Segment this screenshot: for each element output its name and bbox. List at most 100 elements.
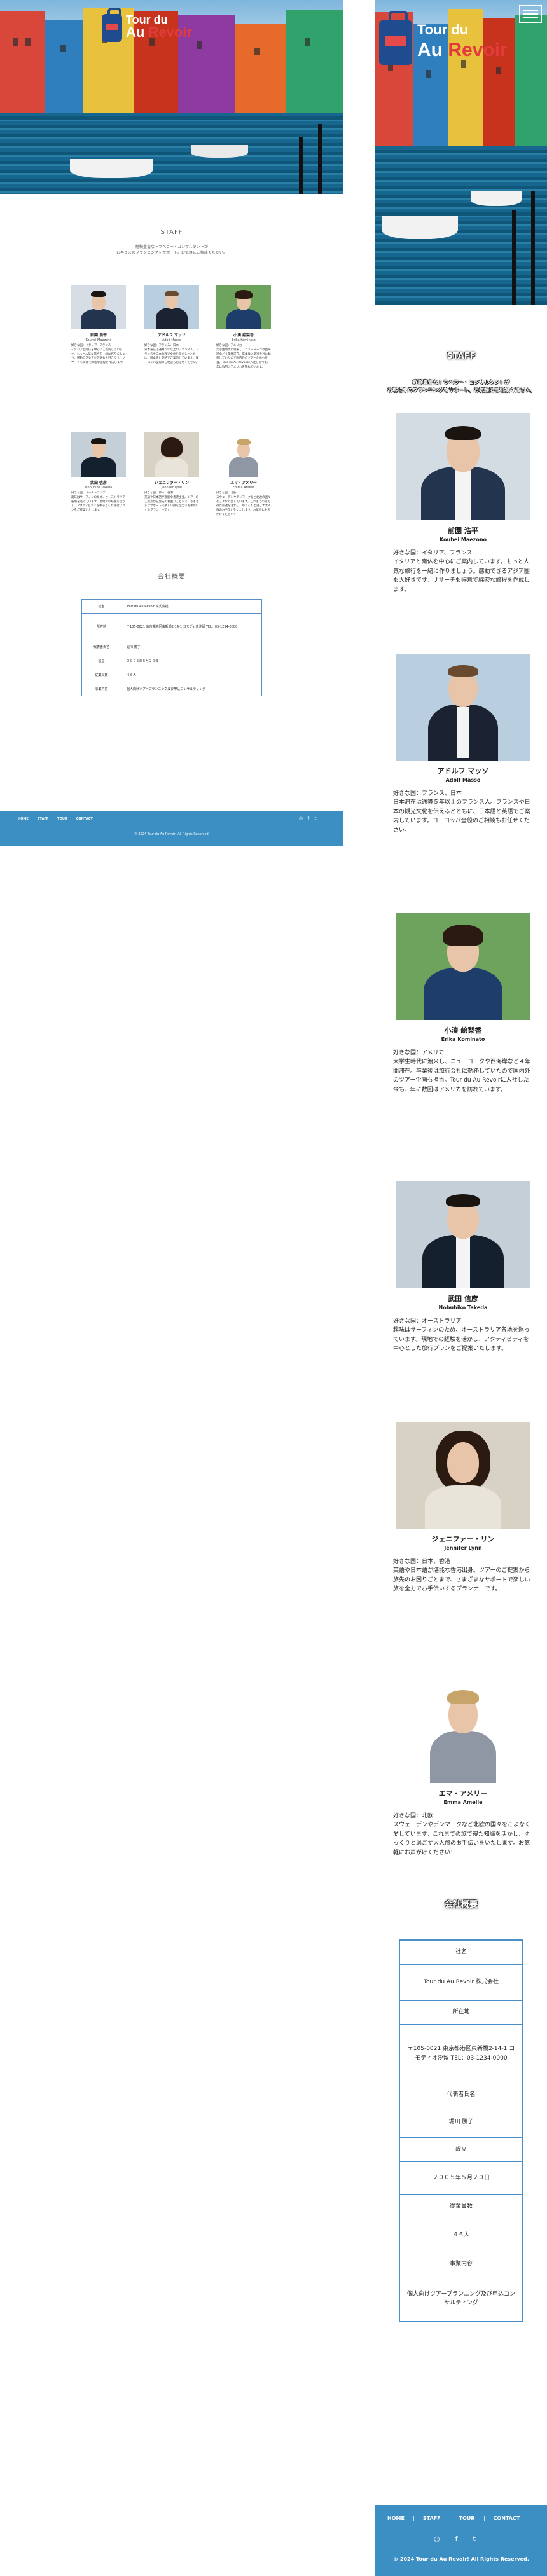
company-value: 〒105-0021 東京都港区東新橋2-14-1 コモディオ汐留 TEL：03-… <box>400 2025 522 2083</box>
staff-photo <box>396 913 530 1020</box>
facebook-icon[interactable]: f <box>455 2535 458 2543</box>
staff-name-en: Nobuhiko Takeda <box>438 1305 488 1311</box>
staff-name: アドルフ マッソ <box>437 767 489 775</box>
staff-name: 前園 浩平 <box>90 333 107 338</box>
desktop-company-table: 社名 Tour du Au Revoir 株式会社 所在地 〒105-0021 東京… <box>81 599 262 696</box>
mobile-logo[interactable]: Tour du Au Revoir <box>379 10 508 65</box>
staff-bio: 好きな国：イタリア、フランス イタリアと南仏を中心にご案内しています。もっと人気な… <box>393 550 530 593</box>
staff-name-en: Adolf Masso <box>162 338 181 342</box>
desktop-logo[interactable]: Tour du Au Revoir <box>102 8 192 42</box>
logo-line2b: Revoir <box>148 24 192 40</box>
table-row: 代表者氏名 堀川 勝子 <box>81 640 262 654</box>
twitter-icon[interactable]: t <box>315 816 317 821</box>
desktop-copyright: © 2024 Tour du Au Revoir! All Rights Res… <box>134 832 210 836</box>
staff-name-en: Adolf Masso <box>445 777 481 783</box>
staff-name-en: Nobuhiko Takeda <box>85 486 113 490</box>
staff-name-en: Kouhei Maezono <box>85 338 112 342</box>
desktop-company-title: 会社概要 <box>158 574 186 581</box>
company-value: Tour du Au Revoir 株式会社 <box>121 599 262 614</box>
staff-photo <box>71 285 126 329</box>
staff-photo <box>396 654 530 761</box>
footer-link-home[interactable]: HOME <box>378 2516 414 2521</box>
suitcase-icon <box>102 8 122 42</box>
staff-name-en: Erika Kominato <box>441 1037 485 1042</box>
company-label: 設立 <box>400 2138 522 2162</box>
staff-bio: 好きな国：北欧 スウェーデンやデンマークなど北欧の国々をこよなく愛しています。これ… <box>216 492 271 516</box>
staff-bio: 好きな国：イタリア、フランス イタリアと南仏を中心にご案内しています。もっと人気な… <box>71 344 126 364</box>
company-value: 堀川 勝子 <box>400 2107 522 2138</box>
mobile-staff-card: 前園 浩平 Kouhei Maezono 好きな国：イタリア、フランス イタリアと… <box>393 413 533 595</box>
mobile-footer-nav: HOME STAFF TOUR CONTACT <box>378 2516 530 2521</box>
desktop-staff-card: エマ・アメリー Emma Amelie 好きな国：北欧 スウェーデンやデンマークな… <box>216 432 271 518</box>
staff-photo <box>144 432 199 477</box>
footer-link-tour[interactable]: TOUR <box>450 2516 485 2521</box>
desktop-hero-image: Tour du Au Revoir <box>0 0 343 194</box>
desktop-staff-card: 武田 信彦 Nobuhiko Takeda 好きな国：オーストラリア 趣味はサーフ… <box>71 432 126 513</box>
page: Tour du Au Revoir STAFF 経験豊富なトラベラー・コンサルタ… <box>0 0 547 2576</box>
staff-name-en: Emma Amelie <box>232 486 255 490</box>
company-label: 事業内容 <box>400 2252 522 2276</box>
desktop-staff-card: 前園 浩平 Kouhei Maezono 好きな国：イタリア、フランス イタリアと… <box>71 285 126 366</box>
staff-bio: 好きな国：北欧 スウェーデンやデンマークなど北欧の国々をこよなく愛しています。これ… <box>393 1813 531 1856</box>
footer-link-staff[interactable]: STAFF <box>38 817 48 821</box>
company-value: ４６人 <box>121 668 262 682</box>
instagram-icon[interactable]: ◎ <box>434 2535 440 2543</box>
table-row: 従業員数 ４６人 <box>81 668 262 682</box>
desktop-staff-card: アドルフ マッソ Adolf Masso 好きな国：フランス、日本 日本滞在は通算… <box>144 285 199 366</box>
staff-name: 武田 信彦 <box>448 1295 478 1303</box>
staff-bio: 好きな国：日本、香港 英語や日本語が堪能な香港出身。ツアーのご提案から旅先のお困り… <box>144 492 199 512</box>
staff-name: ジェニファー・リン <box>154 481 189 485</box>
staff-photo <box>396 1181 530 1288</box>
mobile-staff-card: ジェニファー・リン Jennifer Lynn 好きな国：日本、香港 英語や日本語… <box>393 1422 533 1594</box>
company-value: Tour du Au Revoir 株式会社 <box>400 1965 522 2001</box>
footer-link-contact[interactable]: CONTACT <box>76 817 93 821</box>
footer-link-contact[interactable]: CONTACT <box>485 2516 530 2521</box>
company-label: 設立 <box>81 654 121 668</box>
staff-photo <box>216 285 271 329</box>
desktop-footer-nav: HOME STAFF TOUR CONTACT <box>18 817 93 821</box>
table-row: 設立 ２００５年５月２０日 <box>81 654 262 668</box>
staff-name: エマ・アメリー <box>438 1789 488 1798</box>
mobile-company-title: 会社概要 <box>444 1900 478 1910</box>
staff-bio: 好きな国：アメリカ 大学生時代に渡米し、ニューヨークや西海岸など４年間滞在。卒業後… <box>216 344 271 369</box>
company-value: 堀川 勝子 <box>121 640 262 654</box>
mobile-staff-card: アドルフ マッソ Adolf Masso 好きな国：フランス、日本 日本滞在は通算… <box>393 654 533 835</box>
staff-photo <box>396 413 530 520</box>
staff-photo <box>71 432 126 477</box>
desktop-staff-card: 小湊 絵梨香 Erika Kominato 好きな国：アメリカ 大学生時代に渡米し… <box>216 285 271 370</box>
company-value: ２００５年５月２０日 <box>400 2162 522 2195</box>
mobile-staff-card: 武田 信彦 Nobuhiko Takeda 好きな国：オーストラリア 趣味はサーフ… <box>393 1181 533 1354</box>
twitter-icon[interactable]: t <box>473 2535 475 2543</box>
table-row: 社名 Tour du Au Revoir 株式会社 <box>81 599 262 614</box>
staff-name-en: Erika Kominato <box>232 338 256 342</box>
staff-photo <box>144 285 199 329</box>
desktop-staff-subtitle: 経験豊富なトラベラー・コンサルタントが お客さまのブランニングをサポート。お気軽… <box>76 244 267 256</box>
footer-link-tour[interactable]: TOUR <box>57 817 67 821</box>
instagram-icon[interactable]: ◎ <box>299 816 303 821</box>
footer-link-staff[interactable]: STAFF <box>414 2516 450 2521</box>
mobile-staff-subtitle-2: お客さまのブランニングをサポート。お気軽にご相談ください。 <box>387 387 535 393</box>
company-label: 代表者氏名 <box>81 640 121 654</box>
mobile-copyright: © 2024 Tour du Au Revoir! All Rights Res… <box>393 2556 529 2562</box>
staff-name-en: Jennifer Lynn <box>444 1545 482 1551</box>
company-value: ４６人 <box>400 2219 522 2252</box>
staff-bio: 好きな国：日本、香港 英語や日本語が堪能な香港出身。ツアーのご提案から旅先のお困り… <box>393 1559 530 1593</box>
staff-name: ジェニファー・リン <box>431 1535 495 1543</box>
mobile-staff-subtitle-1: 経験豊富なトラベラー・コンサルタントが <box>413 380 509 385</box>
company-value: 個人向けツアープランニング及び申込コンサルティング <box>121 682 262 696</box>
hamburger-menu-icon[interactable] <box>519 5 542 23</box>
staff-name-en: Jennifer Lynn <box>161 486 183 490</box>
footer-link-home[interactable]: HOME <box>18 817 29 821</box>
desktop-staff-card: ジェニファー・リン Jennifer Lynn 好きな国：日本、香港 英語や日本語… <box>144 432 199 513</box>
facebook-icon[interactable]: f <box>308 816 309 821</box>
company-value: 〒105-0021 東京都港区東新橋2-14-1 コモディオ汐留 TEL：03-… <box>121 613 262 640</box>
logo-line2b: Revoir <box>448 39 508 60</box>
company-label: 社名 <box>400 1941 522 1965</box>
logo-line2a: Au <box>126 24 149 40</box>
company-label: 事業内容 <box>81 682 121 696</box>
staff-bio: 好きな国：オーストラリア 趣味はサーフィンのため、オーストラリア各地を巡っています… <box>71 492 125 512</box>
staff-name: 武田 信彦 <box>90 481 107 485</box>
logo-line1: Tour du <box>417 22 469 38</box>
mobile-staff-title: STAFF <box>447 352 476 361</box>
mobile-staff-card: 小湊 絵梨香 Erika Kominato 好きな国：アメリカ 大学生時代に渡米し… <box>393 913 533 1094</box>
